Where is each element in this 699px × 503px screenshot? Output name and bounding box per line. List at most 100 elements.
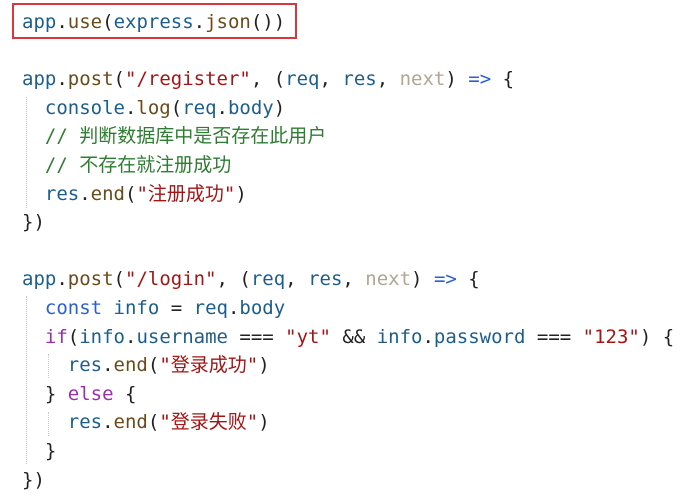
- code-line: app.post("/register", (req, res, next) =…: [22, 65, 514, 93]
- code-line: app.post("/login", (req, res, next) => {: [22, 265, 480, 293]
- code-line: if(info.username === "yt" && info.passwo…: [22, 323, 674, 351]
- code-token: end: [113, 411, 148, 434]
- code-token: app: [22, 11, 57, 33]
- code-token: &&: [330, 325, 377, 348]
- code-token: password: [433, 325, 526, 348]
- code-token: "yt": [285, 325, 331, 348]
- code-token: res: [22, 354, 103, 377]
- code-token: }: [22, 440, 57, 462]
- code-token: express: [113, 11, 194, 33]
- code-token: info: [376, 325, 423, 348]
- code-token: req: [250, 268, 286, 291]
- code-token: .: [56, 268, 68, 291]
- code-token: ): [411, 268, 434, 291]
- code-token: end: [90, 182, 125, 205]
- code-token: "注册成功": [136, 182, 236, 205]
- code-token: , (: [250, 68, 286, 91]
- code-token: body: [227, 96, 274, 119]
- code-token: (: [67, 325, 80, 348]
- code-token: .: [56, 68, 68, 91]
- code-token: }): [22, 468, 45, 491]
- code-token: ): [445, 68, 469, 91]
- code-token: ,: [342, 268, 366, 291]
- code-token: if: [44, 325, 68, 348]
- code-token: "/login": [125, 268, 217, 291]
- code-token: =: [159, 297, 194, 319]
- code-token: ) {: [639, 325, 675, 348]
- code-line: res.end("登录成功"): [22, 351, 270, 379]
- code-token: (: [170, 96, 183, 119]
- code-token: use: [67, 11, 103, 33]
- code-token: ,: [319, 68, 343, 91]
- code-token: username: [136, 325, 228, 348]
- code-token: .: [102, 354, 114, 377]
- code-token: (: [113, 268, 125, 291]
- code-line: }: [22, 437, 56, 465]
- code-token: .: [56, 11, 68, 33]
- code-token: ,: [376, 68, 400, 91]
- code-token: req: [193, 297, 228, 319]
- code-token: "123": [582, 325, 640, 348]
- code-token: (: [102, 11, 114, 33]
- code-token: body: [239, 297, 286, 319]
- code-token: .: [79, 182, 91, 205]
- code-token: post: [67, 68, 114, 91]
- code-token: const: [44, 297, 103, 319]
- code-token: res: [342, 68, 377, 91]
- code-token: next: [399, 68, 446, 91]
- code-editor[interactable]: app.use(express.json()) app.post("/regist…: [0, 0, 699, 503]
- code-token: app: [22, 268, 57, 291]
- code-token: res: [22, 182, 80, 205]
- code-token: ,: [285, 268, 309, 291]
- code-token: ): [273, 96, 286, 119]
- code-token: app: [22, 68, 57, 91]
- code-token: , (: [216, 268, 251, 291]
- code-token: console: [22, 96, 125, 119]
- code-token: post: [67, 268, 114, 291]
- code-token: json: [205, 11, 251, 33]
- code-token: }: [22, 382, 68, 405]
- code-token: ): [235, 182, 247, 205]
- code-token: (: [147, 354, 160, 377]
- code-token: next: [365, 268, 412, 291]
- code-token: // 判断数据库中是否存在此用户: [22, 125, 327, 148]
- code-token: =>: [433, 268, 457, 291]
- code-token: "登录失败": [159, 411, 259, 434]
- code-line: app.use(express.json()): [22, 8, 285, 36]
- code-line: } else {: [22, 380, 137, 408]
- code-line: res.end("登录失败"): [22, 408, 270, 436]
- code-token: ): [258, 411, 270, 434]
- code-token: .: [124, 96, 137, 119]
- code-token: .: [227, 297, 240, 319]
- code-line: // 不存在就注册成功: [22, 151, 231, 179]
- code-token: {: [456, 268, 480, 291]
- code-token: .: [125, 325, 137, 348]
- code-token: {: [491, 68, 515, 91]
- code-line: const info = req.body: [22, 294, 285, 322]
- code-token: // 不存在就注册成功: [22, 154, 232, 176]
- code-token: ()): [250, 11, 286, 33]
- code-token: req: [285, 68, 320, 91]
- code-token: "登录成功": [159, 354, 259, 377]
- code-token: (: [147, 411, 160, 434]
- code-token: info: [79, 325, 125, 348]
- code-token: info: [113, 297, 160, 319]
- code-token: (: [124, 182, 137, 205]
- code-token: (: [113, 68, 125, 91]
- code-line: console.log(req.body): [22, 94, 285, 122]
- code-token: =>: [468, 68, 492, 91]
- code-token: res: [308, 268, 343, 291]
- code-token: ): [258, 354, 270, 377]
- code-token: }): [22, 211, 45, 234]
- code-token: {: [113, 382, 137, 405]
- code-line: // 判断数据库中是否存在此用户: [22, 122, 326, 150]
- code-token: ===: [227, 325, 286, 348]
- code-token: .: [193, 11, 206, 33]
- code-token: res: [22, 411, 103, 434]
- code-token: req: [182, 96, 217, 119]
- code-token: log: [136, 96, 171, 119]
- code-token: .: [102, 411, 114, 434]
